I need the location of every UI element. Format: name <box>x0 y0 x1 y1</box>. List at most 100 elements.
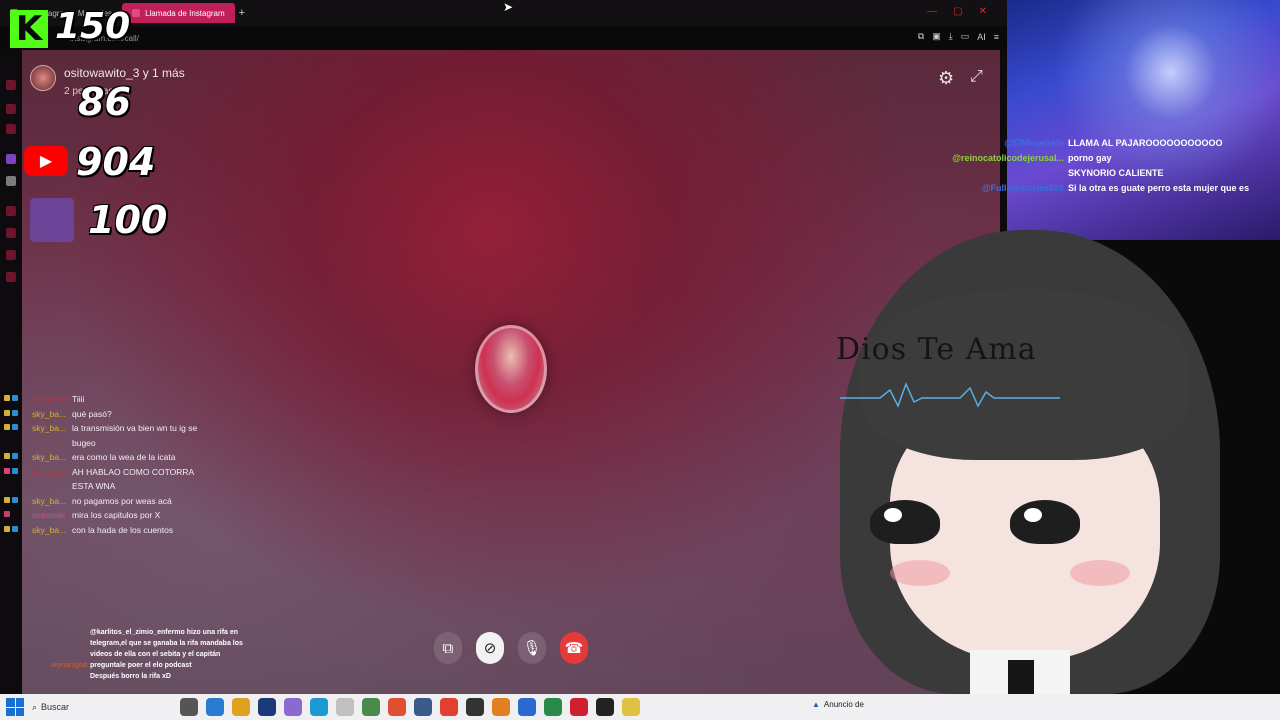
chat-username[interactable]: sky_ga... <box>32 465 72 494</box>
opera-icon[interactable] <box>570 698 588 716</box>
chat-username[interactable]: sky_ba... <box>32 494 72 509</box>
taskbar-app-icon[interactable] <box>518 698 536 716</box>
task-view-icon[interactable] <box>180 698 198 716</box>
obs-icon[interactable] <box>466 698 484 716</box>
chat-username[interactable]: @ElMeqetrefe <box>920 136 1068 151</box>
chat-badges <box>4 508 32 523</box>
notification-label: Anuncio de <box>823 700 864 709</box>
chat-username[interactable]: sebosski <box>32 508 72 523</box>
chat-text: preguntale poer el elo podcast <box>90 662 192 669</box>
chat-username[interactable]: sky_ba... <box>32 450 72 465</box>
ai-button[interactable]: AI <box>977 32 986 42</box>
chat-text: SKYNORIO CALIENTE <box>1068 168 1164 178</box>
chat-message: skynaruzeh Tiiii <box>4 392 224 407</box>
youtube-icon: ▶ <box>24 146 68 176</box>
sidebar-app-icon[interactable] <box>6 124 16 134</box>
firefox-icon[interactable] <box>388 698 406 716</box>
avatar-bangs <box>860 290 1190 460</box>
chat-username[interactable]: skynarugod <box>24 660 90 671</box>
chat-text: Si la otra es guate perro esta mujer que… <box>1068 183 1250 193</box>
chat-username[interactable]: @reinocatolicodejerusal... <box>920 151 1068 166</box>
taskbar-search[interactable]: ⌕ Buscar <box>32 697 172 717</box>
taskbar-app-icon[interactable] <box>544 698 562 716</box>
chrome-icon[interactable] <box>440 698 458 716</box>
twitch-icon <box>30 198 74 242</box>
tab-instagram-call[interactable]: Llamada de Instagram <box>122 3 235 23</box>
taskbar-app-icon[interactable] <box>362 698 380 716</box>
expand-icon[interactable]: ⤢ <box>970 68 983 86</box>
download-icon[interactable]: ⤓ <box>949 31 953 42</box>
wallet-icon[interactable]: ▣ <box>932 31 941 42</box>
browser-sidebar <box>0 50 22 694</box>
sidebar-app-icon[interactable] <box>6 206 16 216</box>
taskbar-notification[interactable]: ▲ Anuncio de <box>812 700 864 709</box>
end-call-button[interactable]: ☎ <box>560 632 588 664</box>
chat-message: Después borro la rifa xD <box>24 671 254 682</box>
sidebar-app-icon[interactable] <box>6 250 16 260</box>
chat-username[interactable] <box>24 671 90 682</box>
kick-logo: K <box>10 9 48 49</box>
edge-icon[interactable] <box>310 698 328 716</box>
camera-off-button[interactable]: ⊘ <box>476 632 504 664</box>
sidebar-app-icon[interactable] <box>6 228 16 238</box>
taskbar-app-icon[interactable] <box>414 698 432 716</box>
chat-message: @reinocatolicodejerusal... porno gay <box>920 151 1275 166</box>
sidebar-app-icon[interactable] <box>6 80 16 90</box>
chat-text: porno gay <box>1068 153 1112 163</box>
extension-icon[interactable]: ⧉ <box>918 31 924 42</box>
chat-username[interactable] <box>24 627 90 660</box>
chat-badges <box>4 494 32 509</box>
badge-icon <box>4 424 10 430</box>
taskbar-app-icon[interactable] <box>622 698 640 716</box>
avatar-tie <box>1008 660 1034 694</box>
new-tab-button[interactable]: + <box>239 7 245 19</box>
maximize-icon[interactable]: ▢ <box>953 6 962 17</box>
tab-label: Llamada de Instagram <box>145 8 225 18</box>
microphone-button[interactable]: 🎙 <box>518 632 546 664</box>
search-label: Buscar <box>41 702 70 712</box>
taskbar-app-icon[interactable] <box>258 698 276 716</box>
lock-icon[interactable]: ▭ <box>961 31 970 42</box>
taskbar: ⌕ Buscar <box>0 694 1280 720</box>
gear-icon[interactable]: ⚙ <box>938 68 954 89</box>
instagram-icon <box>132 9 141 17</box>
chat-username[interactable]: skynaruzeh <box>32 392 72 407</box>
chat-username[interactable]: sky_ba... <box>32 523 72 538</box>
browser-toolbar: ⧉ ▣ ⤓ ▭ AI ≡ <box>918 31 999 42</box>
file-explorer-icon[interactable] <box>232 698 250 716</box>
sidebar-app-icon[interactable] <box>6 104 16 114</box>
sidebar-twitch-icon[interactable] <box>6 154 16 164</box>
taskbar-app-icon[interactable] <box>596 698 614 716</box>
taskbar-app-icon[interactable] <box>492 698 510 716</box>
taskbar-app-icon[interactable] <box>336 698 354 716</box>
chat-badges <box>4 465 32 494</box>
heartbeat-icon <box>840 381 1060 408</box>
chat-badges <box>4 523 32 538</box>
taskbar-app-icon[interactable] <box>206 698 224 716</box>
chat-username[interactable]: sky_ba... <box>32 421 72 450</box>
callee-avatar <box>475 325 547 413</box>
badge-icon <box>4 395 10 401</box>
avatar-blush <box>890 560 950 586</box>
menu-icon[interactable]: ≡ <box>994 32 999 42</box>
youtube-viewer-count: 904 <box>76 140 156 184</box>
sidebar-x-icon[interactable] <box>6 176 16 186</box>
chat-username[interactable]: @Fullmemories520 <box>920 181 1068 196</box>
camera-off-icon: ⊘ <box>483 640 497 657</box>
windows-start-icon[interactable] <box>6 698 24 716</box>
window-controls: — ▢ ✕ <box>927 6 987 17</box>
chat-username[interactable]: sky_ba... <box>32 407 72 422</box>
taskbar-app-icon[interactable] <box>284 698 302 716</box>
minimize-icon[interactable]: — <box>927 6 937 17</box>
chat-username[interactable] <box>920 166 1068 181</box>
stream-screen: (7) Instagram • Mensajes Llamada de Inst… <box>0 0 1280 720</box>
sidebar-app-icon[interactable] <box>6 272 16 282</box>
share-screen-button[interactable]: ⧉ <box>434 632 462 664</box>
chat-message: sky_ba... no pagamos por weas acá <box>4 494 224 509</box>
chat-text: mira los capitulos por X <box>72 510 161 520</box>
chat-text: Tiiii <box>72 394 85 404</box>
chat-message: sky_ba... la transmisión va bien wn tu ig… <box>4 421 224 450</box>
close-icon[interactable]: ✕ <box>979 6 987 17</box>
badge-icon <box>4 511 10 517</box>
chat-message: sky_ga... AH HABLAO COMO COTORRA ESTA WNA <box>4 465 224 494</box>
